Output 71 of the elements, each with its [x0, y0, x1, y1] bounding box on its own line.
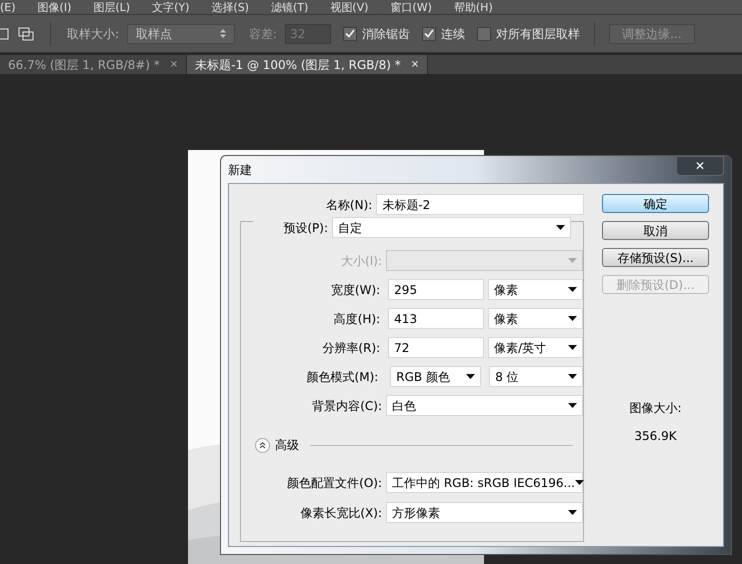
checkbox-label: 消除锯齿 — [362, 26, 410, 42]
menu-item[interactable]: 滤镜(T) — [270, 2, 308, 12]
checkbox-label: 连续 — [441, 26, 466, 42]
profile-select[interactable]: 方形像素 — [386, 502, 583, 523]
menu-item[interactable]: 图层(L) — [93, 2, 130, 12]
menu-item[interactable]: 文字(Y) — [152, 2, 190, 12]
unit-select[interactable]: 像素 — [488, 279, 583, 300]
field-label: 高度(H): — [332, 310, 382, 328]
name-field[interactable]: 未标题-2 — [376, 194, 584, 215]
collapse-toggle[interactable] — [255, 438, 270, 452]
menu-item[interactable]: 视图(V) — [330, 2, 368, 12]
number-field[interactable]: 295 — [388, 279, 484, 300]
field-label: 分辨率(R): — [321, 340, 382, 356]
field-label: 名称(N): — [324, 196, 374, 214]
dropdown-caret-icon — [556, 225, 565, 230]
tab-close[interactable]: × — [410, 57, 420, 72]
field-label: 大小(I): — [340, 252, 383, 270]
checkmark-icon — [424, 29, 434, 38]
checkbox-label: 对所有图层取样 — [496, 26, 580, 42]
dialog-button[interactable]: 存储预设(S)... — [602, 248, 709, 267]
checkbox[interactable] — [422, 26, 436, 40]
field-label: 背景内容(C): — [311, 398, 383, 414]
dropdown-caret-icon — [466, 374, 476, 379]
checkbox[interactable] — [343, 26, 358, 40]
background-select[interactable]: 白色 — [386, 395, 583, 416]
dropdown-caret-icon — [568, 374, 577, 379]
advanced-label: 高级 — [275, 437, 299, 454]
dropdown-caret-icon — [568, 287, 577, 292]
menu-item[interactable]: 窗口(W) — [390, 2, 432, 12]
dialog-button[interactable]: 确定 — [602, 194, 709, 213]
field-label: 宽度(W): — [330, 282, 382, 298]
selection-icon[interactable] — [0, 26, 10, 40]
field-label: 颜色模式(M): — [306, 368, 380, 386]
tab-label: 未标题-1 @ 100% (图层 1, RGB/8) * — [195, 56, 401, 74]
field-label: 像素长宽比(X): — [299, 504, 383, 522]
field-label: 预设(P): — [282, 220, 330, 236]
image-size-value: 356.9K — [634, 428, 677, 445]
dropdown-caret-icon — [568, 510, 577, 515]
dialog-button[interactable]: 取消 — [602, 221, 709, 240]
unit-select[interactable]: 像素 — [488, 308, 583, 329]
dropdown-caret-icon — [568, 403, 577, 408]
tab-label: 66.7% (图层 1, RGB/8#) * — [8, 56, 160, 74]
dialog-title: 新建 — [228, 162, 252, 178]
sample-size-select[interactable]: 取样点 — [127, 24, 236, 44]
tolerance-label: 容差: — [249, 26, 278, 42]
tab-close[interactable]: × — [170, 57, 178, 72]
mode-select[interactable]: RGB 颜色 — [390, 366, 482, 387]
number-field[interactable]: 413 — [388, 308, 484, 329]
document-tab[interactable]: 未标题-1 @ 100% (图层 1, RGB/8) * × — [187, 55, 428, 74]
bit-depth-select[interactable]: 8 位 — [489, 366, 583, 387]
updown-icon — [220, 29, 226, 38]
image-size-label: 图像大小: — [629, 400, 682, 417]
sample-size-label: 取样大小: — [67, 26, 120, 42]
dropdown-caret-icon — [568, 316, 577, 321]
dropdown-caret-icon — [568, 345, 577, 350]
preset-select[interactable]: 自定 — [332, 217, 571, 238]
checkmark-icon — [345, 29, 356, 38]
field-label: 颜色配置文件(O): — [286, 474, 383, 492]
menu-item[interactable]: 帮助(H) — [454, 2, 493, 12]
menu-item[interactable]: 选择(S) — [211, 2, 249, 12]
close-button[interactable]: ✕ — [676, 156, 724, 176]
checkbox[interactable] — [477, 26, 492, 40]
unit-select[interactable]: 像素/英寸 — [488, 337, 583, 358]
chevron-icon — [259, 442, 266, 448]
profile-select[interactable]: 工作中的 RGB: sRGB IEC6196... — [386, 472, 583, 493]
number-field[interactable]: 72 — [388, 337, 484, 358]
menu-item[interactable]: 图像(I) — [38, 2, 72, 12]
intersect-selection-icon[interactable] — [18, 26, 34, 40]
menu-item[interactable]: (E) — [0, 2, 16, 12]
dropdown-caret-icon — [574, 480, 584, 485]
dropdown-caret-icon — [568, 258, 577, 263]
